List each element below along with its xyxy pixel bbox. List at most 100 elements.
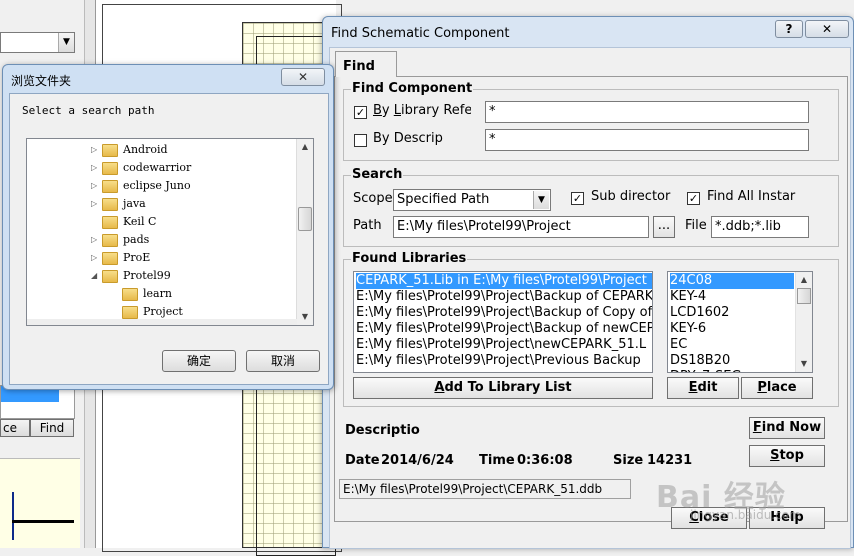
browse-path-button[interactable]: ...: [653, 216, 675, 238]
folder-icon: [102, 162, 118, 175]
scroll-up-icon[interactable]: ▲: [297, 139, 313, 155]
place-button[interactable]: Place: [741, 377, 813, 399]
by-descrip-label: By Descrip: [373, 131, 443, 146]
close-icon[interactable]: ✕: [281, 68, 325, 86]
component-list-item[interactable]: KEY-6: [670, 321, 794, 337]
expand-arrow-icon[interactable]: ▷: [91, 177, 100, 195]
tree-item[interactable]: ◢ Protel99: [91, 267, 171, 285]
find-now-button[interactable]: Find Now: [749, 417, 825, 439]
library-list-item[interactable]: E:\My files\Protel99\Project\Previous Ba…: [356, 353, 652, 369]
scope-label: Scope: [353, 191, 393, 206]
components-list[interactable]: DPY_7-SEGDS18B20ECKEY-6LCD1602KEY-424C08…: [667, 271, 813, 373]
help-icon[interactable]: ?: [775, 20, 803, 38]
tree-item-label: ProE: [123, 251, 151, 264]
by-descrip-checkbox[interactable]: [354, 134, 367, 147]
found-libraries-list[interactable]: CEPARK_51.Lib in E:\My files\Protel99\Pr…: [353, 271, 653, 373]
background-find-button[interactable]: Find: [30, 419, 74, 437]
expand-arrow-icon[interactable]: ▷: [91, 159, 100, 177]
add-to-library-list-button[interactable]: Add To Library List: [353, 377, 653, 399]
find-component-dialog: Find Schematic Component ? ✕ Find Find C…: [322, 16, 854, 549]
component-list-item[interactable]: EC: [670, 337, 794, 353]
tree-item[interactable]: ▷ eclipse Juno: [91, 177, 191, 195]
expand-arrow-icon[interactable]: ▷: [91, 231, 100, 249]
scroll-thumb[interactable]: [797, 288, 811, 304]
library-list-item[interactable]: E:\My files\Protel99\Project\Backup of n…: [356, 321, 652, 337]
library-list-item[interactable]: CEPARK_51.Lib in E:\My files\Protel99\Pr…: [356, 273, 652, 289]
tree-item-label: java: [123, 197, 146, 210]
scroll-up-icon[interactable]: ▲: [796, 272, 812, 288]
expand-arrow-icon[interactable]: ◢: [91, 267, 100, 285]
close-icon[interactable]: ✕: [805, 20, 849, 38]
find-all-instances-checkbox[interactable]: ✓: [687, 192, 700, 205]
status-path: E:\My files\Protel99\Project\CEPARK_51.d…: [339, 479, 631, 499]
chevron-down-icon[interactable]: ▼: [533, 191, 549, 209]
tree-item[interactable]: Project: [111, 303, 183, 321]
tree-item[interactable]: ▷ java: [91, 195, 146, 213]
background-list[interactable]: [0, 385, 75, 419]
preview-pin-line: [12, 492, 14, 540]
browse-description: Select a search path: [22, 104, 155, 117]
library-list-item[interactable]: E:\My files\Protel99\Project\Backup of C…: [356, 305, 652, 321]
edit-button[interactable]: Edit: [667, 377, 739, 399]
scope-value: Specified Path: [397, 192, 490, 207]
search-group-label: Search: [351, 167, 404, 182]
library-list-item[interactable]: E:\My files\Protel99\Project\Backup of C…: [356, 289, 652, 305]
tree-item-label: pads: [123, 233, 150, 246]
scope-select[interactable]: Specified Path ▼: [393, 189, 551, 211]
file-label: File: [685, 218, 707, 233]
stop-button[interactable]: Stop: [749, 445, 825, 467]
tree-item-label: Android: [123, 143, 168, 156]
tree-item[interactable]: ▷ ProE: [91, 249, 150, 267]
scroll-down-icon[interactable]: ▼: [297, 309, 313, 325]
sub-directories-checkbox[interactable]: ✓: [571, 192, 584, 205]
component-list-item[interactable]: DPY_7-SEG: [670, 369, 794, 372]
library-ref-input[interactable]: *: [485, 101, 809, 123]
component-list-item[interactable]: DS18B20: [670, 353, 794, 369]
tree-item[interactable]: ▷ codewarrior: [91, 159, 191, 177]
cancel-button[interactable]: 取消: [246, 350, 320, 372]
time-label: Time: [479, 453, 515, 468]
library-list-item[interactable]: E:\My files\Protel99\Project\newCEPARK_5…: [356, 337, 652, 353]
tree-item[interactable]: learn: [111, 285, 172, 303]
tree-item[interactable]: ▷ pads: [91, 231, 149, 249]
folder-icon: [102, 216, 118, 229]
folder-icon: [102, 234, 118, 247]
scroll-thumb[interactable]: [298, 207, 312, 231]
by-library-ref-checkbox[interactable]: ✓: [354, 106, 367, 119]
expand-arrow-icon[interactable]: ▷: [91, 249, 100, 267]
ok-button[interactable]: 确定: [162, 350, 236, 372]
date-value: 2014/6/24: [381, 453, 454, 468]
folder-icon: [102, 198, 118, 211]
folder-icon: [122, 288, 138, 301]
folder-icon: [102, 144, 118, 157]
folder-icon: [102, 180, 118, 193]
description-label: Descriptio: [345, 423, 420, 438]
tree-item[interactable]: Keil C: [91, 213, 156, 231]
description-input[interactable]: *: [485, 129, 809, 151]
folder-tree-scrollbar[interactable]: ▲ ▼: [296, 139, 313, 325]
folder-icon: [122, 306, 138, 319]
components-scrollbar[interactable]: ▲ ▼: [795, 272, 812, 372]
sub-directories-label: Sub director: [591, 189, 671, 204]
file-mask-input[interactable]: *.ddb;*.lib: [711, 216, 809, 238]
tree-item[interactable]: ▷ Android: [91, 141, 168, 159]
by-library-ref-label: By Library Refe: [373, 103, 471, 118]
browse-dialog-body: Select a search path ▲ ▼ ▷ Android ▷ codewa…: [9, 93, 329, 385]
path-input[interactable]: E:\My files\Protel99\Project: [393, 216, 649, 238]
time-value: 0:36:08: [517, 453, 573, 468]
folder-tree[interactable]: ▲ ▼ ▷ Android ▷ codewarrior ▷ eclipse Juno ▷ ja…: [26, 138, 314, 326]
component-list-item[interactable]: LCD1602: [670, 305, 794, 321]
tab-find[interactable]: Find: [335, 51, 397, 77]
background-place-button[interactable]: ce: [0, 419, 30, 437]
component-list-item[interactable]: KEY-4: [670, 289, 794, 305]
find-component-group-label: Find Component: [351, 81, 474, 96]
tree-item-label: Protel99: [123, 269, 171, 282]
tree-item-label: Project: [143, 305, 183, 318]
background-combo[interactable]: ▼: [0, 32, 75, 53]
chevron-down-icon[interactable]: ▼: [58, 33, 74, 52]
expand-arrow-icon[interactable]: ▷: [91, 141, 100, 159]
scroll-down-icon[interactable]: ▼: [796, 356, 812, 372]
find-all-instances-label: Find All Instar: [707, 189, 796, 204]
component-list-item[interactable]: 24C08: [670, 273, 794, 289]
expand-arrow-icon[interactable]: ▷: [91, 195, 100, 213]
